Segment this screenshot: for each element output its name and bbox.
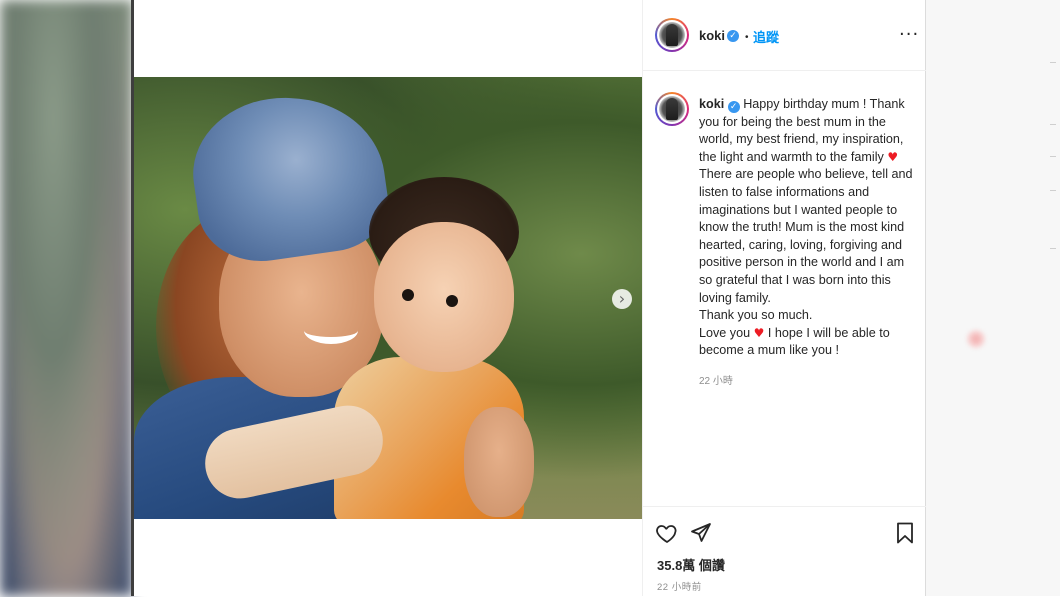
photo-pane: › xyxy=(134,0,642,596)
backdrop-mark xyxy=(967,330,985,348)
chevron-right-icon[interactable]: › xyxy=(612,289,632,309)
backdrop-line xyxy=(1050,156,1056,157)
post-photo[interactable]: › xyxy=(134,77,642,519)
backdrop-line xyxy=(1050,62,1056,63)
header-separator: • xyxy=(745,32,749,43)
instagram-post: › koki ✓ • 追蹤 ··· koki ✓ Happy birthday … xyxy=(134,0,926,596)
paper-plane-icon[interactable] xyxy=(689,521,713,545)
post-actions: 35.8萬 個讚 22 小時前 xyxy=(643,506,926,597)
post-caption: koki ✓ Happy birthday mum ! Thank you fo… xyxy=(699,96,914,360)
red-heart-icon: ♥ xyxy=(887,149,899,164)
photo-baby-eye xyxy=(446,295,458,307)
bookmark-icon[interactable] xyxy=(893,521,917,545)
blurred-backdrop-right xyxy=(925,0,1060,596)
photo-baby-eye xyxy=(402,289,414,301)
post-timestamp[interactable]: 22 小時前 xyxy=(657,579,702,593)
post-header: koki ✓ • 追蹤 ··· xyxy=(643,0,926,71)
verified-badge-icon: ✓ xyxy=(727,30,739,42)
avatar[interactable] xyxy=(655,18,689,52)
avatar-figure xyxy=(666,24,678,46)
like-count[interactable]: 35.8萬 個讚 xyxy=(657,555,725,574)
avatar-figure xyxy=(666,98,678,120)
follow-button[interactable]: 追蹤 xyxy=(753,27,779,46)
backdrop-line xyxy=(1050,190,1056,191)
photo-baby-face xyxy=(374,222,514,372)
backdrop-line xyxy=(1050,248,1056,249)
photo-smile xyxy=(304,317,358,344)
caption-username[interactable]: koki xyxy=(699,97,724,111)
verified-badge-icon: ✓ xyxy=(727,101,740,113)
photo-bandana xyxy=(183,84,395,270)
backdrop-line xyxy=(1050,124,1056,125)
photo-mother-hand xyxy=(464,407,534,517)
blurred-backdrop-left xyxy=(0,0,133,596)
caption-avatar[interactable] xyxy=(655,92,689,126)
caption-text-part2: There are people who believe, tell and l… xyxy=(699,167,913,340)
more-dots-icon[interactable]: ··· xyxy=(899,24,919,45)
red-heart-icon: ♥ xyxy=(753,325,765,340)
post-side-panel: koki ✓ • 追蹤 ··· koki ✓ Happy birthday mu… xyxy=(642,0,926,596)
caption-timestamp[interactable]: 22 小時 xyxy=(699,372,733,387)
header-username[interactable]: koki xyxy=(699,28,725,43)
heart-icon[interactable] xyxy=(655,521,679,545)
